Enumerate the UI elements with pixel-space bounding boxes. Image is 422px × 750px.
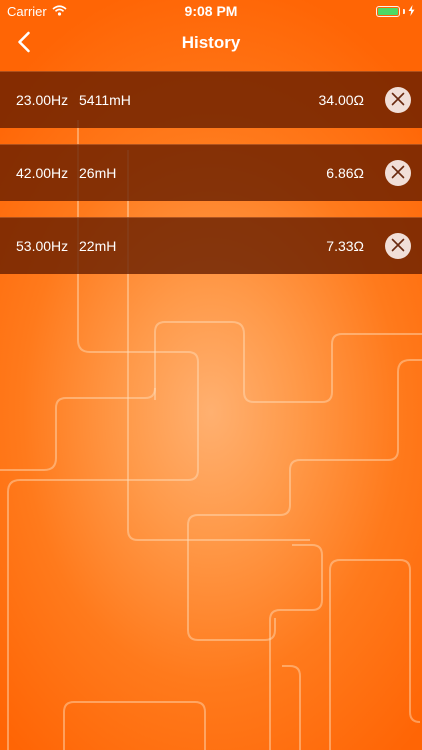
battery-level <box>378 8 398 15</box>
status-right <box>376 4 415 19</box>
battery-icon <box>376 6 400 17</box>
history-row: 23.00Hz 5411mH 34.00Ω <box>0 71 422 128</box>
close-icon <box>391 238 405 255</box>
frequency-value: 23.00Hz <box>16 92 69 108</box>
page-title: History <box>181 33 241 52</box>
impedance-value: 6.86Ω <box>326 165 364 181</box>
frequency-value: 53.00Hz <box>16 238 69 254</box>
battery-cap <box>403 9 405 14</box>
navigation-bar: History <box>0 22 422 66</box>
delete-row-button[interactable] <box>385 233 411 259</box>
delete-row-button[interactable] <box>385 160 411 186</box>
history-row: 42.00Hz 26mH 6.86Ω <box>0 144 422 201</box>
impedance-value: 7.33Ω <box>326 238 364 254</box>
status-bar: Carrier 9:08 PM <box>0 0 422 22</box>
charging-bolt-icon <box>408 4 415 19</box>
inductance-value: 5411mH <box>79 92 131 108</box>
frequency-value: 42.00Hz <box>16 165 69 181</box>
inductance-value: 26mH <box>79 165 117 181</box>
status-time: 9:08 PM <box>184 3 238 19</box>
history-row: 53.00Hz 22mH 7.33Ω <box>0 217 422 274</box>
impedance-value: 34.00Ω <box>318 92 365 108</box>
close-icon <box>391 165 405 182</box>
close-icon <box>391 92 405 109</box>
delete-row-button[interactable] <box>385 87 411 113</box>
inductance-value: 22mH <box>79 238 117 254</box>
